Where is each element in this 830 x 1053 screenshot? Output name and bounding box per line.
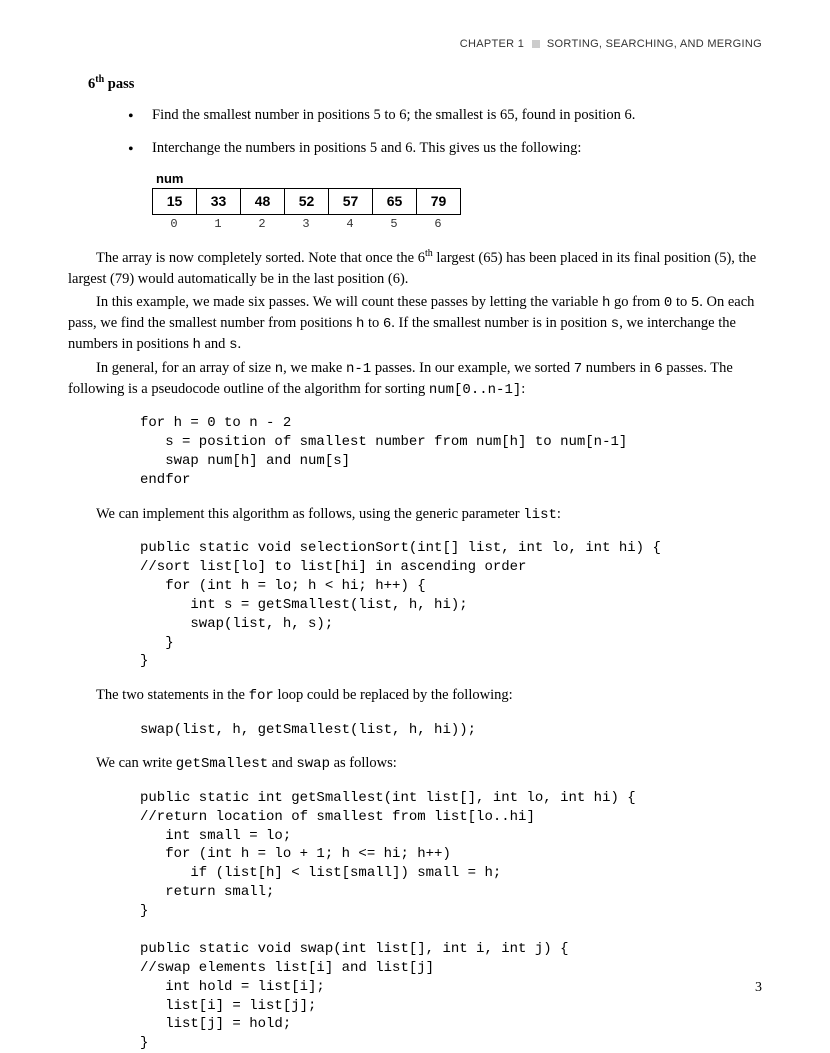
array-index: 6 (416, 217, 460, 231)
array-index: 0 (152, 217, 196, 231)
page-number: 3 (755, 980, 762, 996)
header-separator-icon (532, 40, 540, 48)
list-item: Interchange the numbers in positions 5 a… (128, 138, 762, 159)
paragraph: The two statements in the for loop could… (96, 685, 762, 706)
code-block-swap-call: swap(list, h, getSmallest(list, h, hi)); (140, 721, 762, 740)
array-cell: 57 (329, 188, 373, 214)
paragraph: The array is now completely sorted. Note… (68, 247, 762, 290)
index-row: 0 1 2 3 4 5 6 (152, 217, 762, 231)
paragraph: We can implement this algorithm as follo… (96, 504, 762, 525)
array-cell: 33 (197, 188, 241, 214)
chapter-label: CHAPTER 1 (460, 38, 524, 50)
code-block-selectionsort: public static void selectionSort(int[] l… (140, 539, 762, 671)
code-block-helpers: public static int getSmallest(int list[]… (140, 789, 762, 1053)
array-cell: 65 (373, 188, 417, 214)
paragraph: We can write getSmallest and swap as fol… (96, 753, 762, 774)
array-cell: 48 (241, 188, 285, 214)
section-title: 6th pass (88, 74, 762, 93)
array-cell: 52 (285, 188, 329, 214)
array-table: num 15 33 48 52 57 65 79 0 1 2 3 4 5 6 (152, 171, 762, 231)
array-index: 4 (328, 217, 372, 231)
paragraph: In general, for an array of size n, we m… (68, 358, 762, 401)
page-header: CHAPTER 1 SORTING, SEARCHING, AND MERGIN… (68, 38, 762, 50)
array-cell: 15 (153, 188, 197, 214)
array-cell: 79 (417, 188, 461, 214)
array-index: 5 (372, 217, 416, 231)
array-index: 3 (284, 217, 328, 231)
code-block-pseudocode: for h = 0 to n - 2 s = position of small… (140, 414, 762, 490)
table-label: num (156, 171, 762, 186)
array-index: 1 (196, 217, 240, 231)
array-index: 2 (240, 217, 284, 231)
chapter-title: SORTING, SEARCHING, AND MERGING (547, 38, 762, 50)
paragraph: In this example, we made six passes. We … (68, 292, 762, 356)
bullet-list: Find the smallest number in positions 5 … (128, 105, 762, 159)
list-item: Find the smallest number in positions 5 … (128, 105, 762, 126)
array-cells: 15 33 48 52 57 65 79 (152, 188, 461, 215)
